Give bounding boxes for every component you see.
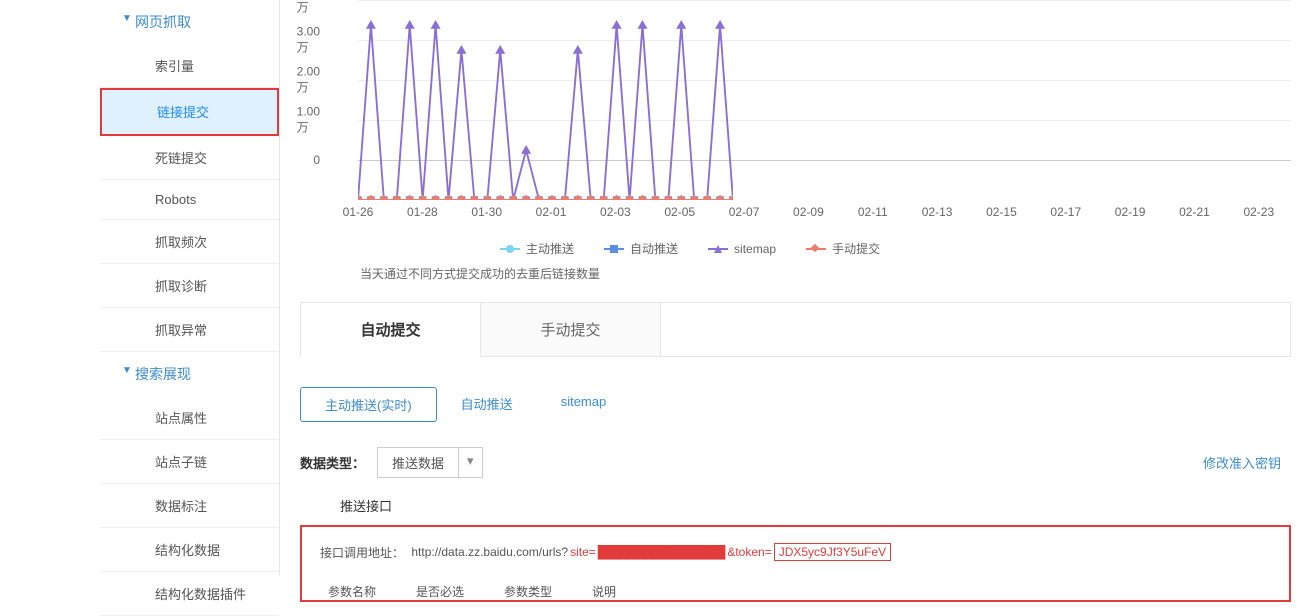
data-type-label: 数据类型： xyxy=(300,453,365,472)
api-site-param: site= xyxy=(570,545,596,559)
subtabs: 主动推送(实时) 自动推送 sitemap xyxy=(300,387,1291,422)
sidebar-item-struct[interactable]: 结构化数据 xyxy=(100,528,279,572)
api-token-param: &token= xyxy=(727,545,771,559)
push-api-title: 推送接口 xyxy=(340,496,1291,515)
sidebar-item-annot[interactable]: 数据标注 xyxy=(100,484,279,528)
th-type: 参数类型 xyxy=(504,583,552,600)
sidebar: 网页抓取 索引量 链接提交 死链提交 Robots 抓取频次 抓取诊断 抓取异常… xyxy=(0,0,280,575)
legend-item: 手动提交 xyxy=(806,240,880,257)
modify-token-link[interactable]: 修改准入密钥 xyxy=(1203,453,1291,472)
sidebar-item-link-submit[interactable]: 链接提交 xyxy=(102,90,277,134)
sidebar-section: 网页抓取 索引量 链接提交 死链提交 Robots 抓取频次 抓取诊断 抓取异常 xyxy=(100,0,279,352)
api-token-value: JDX5yc9Jf3Y5uFeV xyxy=(774,543,891,561)
data-type-row: 数据类型： 推送数据 ▾ 修改准入密钥 xyxy=(300,447,1291,478)
ytick: 2.00万 xyxy=(297,65,320,96)
api-site-hidden: ███████████████ xyxy=(598,545,726,559)
xtick: 01-26 xyxy=(343,205,374,219)
sidebar-item-freq[interactable]: 抓取频次 xyxy=(100,220,279,264)
xtick: 02-03 xyxy=(600,205,631,219)
subtab-push-realtime[interactable]: 主动推送(实时) xyxy=(300,387,437,422)
legend-item: 主动推送 xyxy=(500,240,574,257)
th-desc: 说明 xyxy=(592,583,616,600)
table-header: 参数名称 是否必选 参数类型 说明 xyxy=(320,583,1271,600)
section-title-crawl[interactable]: 网页抓取 xyxy=(100,0,279,44)
ytick: 1.00万 xyxy=(297,105,320,136)
sidebar-item-plugin[interactable]: 结构化数据插件 xyxy=(100,572,279,616)
xtick: 02-07 xyxy=(729,205,760,219)
sidebar-item-error[interactable]: 抓取异常 xyxy=(100,308,279,352)
chart-plot xyxy=(358,0,733,200)
ytick: 0 xyxy=(313,153,320,167)
th-name: 参数名称 xyxy=(328,583,376,600)
select-value: 推送数据 xyxy=(378,448,459,477)
tabs: 自动提交 手动提交 xyxy=(300,302,1291,357)
ytick: 3.00万 xyxy=(297,25,320,56)
xtick: 02-11 xyxy=(858,205,888,219)
xtick: 02-17 xyxy=(1050,205,1081,219)
data-type-select[interactable]: 推送数据 ▾ xyxy=(377,447,483,478)
main-content: 4.00万 3.00万 2.00万 1.00万 0 01-26 01-28 01-3… xyxy=(280,0,1311,575)
legend-item: 自动推送 xyxy=(604,240,678,257)
legend-item: sitemap xyxy=(708,242,776,256)
api-url-base: http://data.zz.baidu.com/urls? xyxy=(411,545,568,559)
sidebar-item-siteattr[interactable]: 站点属性 xyxy=(100,396,279,440)
subtab-push-auto[interactable]: 自动推送 xyxy=(437,387,537,422)
sidebar-section: 搜索展现 站点属性 站点子链 数据标注 结构化数据 结构化数据插件 xyxy=(100,352,279,616)
section-title-search[interactable]: 搜索展现 xyxy=(100,352,279,396)
chart-area: 4.00万 3.00万 2.00万 1.00万 0 01-2601-2801-3… xyxy=(328,0,1291,230)
xtick: 02-15 xyxy=(986,205,1017,219)
sidebar-item-diag[interactable]: 抓取诊断 xyxy=(100,264,279,308)
x-axis: 01-2601-2801-3002-0102-0302-0502-0702-09… xyxy=(358,205,1291,225)
sidebar-item-robots[interactable]: Robots xyxy=(100,180,279,220)
xtick: 02-01 xyxy=(536,205,567,219)
ytick: 4.00万 xyxy=(297,0,320,16)
api-url-line: 接口调用地址： http://data.zz.baidu.com/urls?si… xyxy=(320,543,1271,561)
api-url-box: 接口调用地址： http://data.zz.baidu.com/urls?si… xyxy=(300,525,1291,602)
sidebar-item-sublink[interactable]: 站点子链 xyxy=(100,440,279,484)
xtick: 02-13 xyxy=(922,205,953,219)
legend: 主动推送 自动推送 sitemap 手动提交 xyxy=(500,240,1291,257)
sidebar-item-index[interactable]: 索引量 xyxy=(100,44,279,88)
xtick: 02-21 xyxy=(1179,205,1210,219)
xtick: 02-23 xyxy=(1243,205,1274,219)
chart-caption: 当天通过不同方式提交成功的去重后链接数量 xyxy=(360,265,1291,282)
xtick: 01-30 xyxy=(471,205,502,219)
api-addr-label: 接口调用地址： xyxy=(320,544,404,561)
sidebar-item-deadlink[interactable]: 死链提交 xyxy=(100,136,279,180)
xtick: 01-28 xyxy=(407,205,438,219)
subtab-sitemap[interactable]: sitemap xyxy=(537,387,631,422)
chevron-down-icon[interactable]: ▾ xyxy=(459,448,482,477)
xtick: 02-05 xyxy=(664,205,695,219)
tab-manual[interactable]: 手动提交 xyxy=(481,303,661,357)
xtick: 02-19 xyxy=(1115,205,1146,219)
th-required: 是否必选 xyxy=(416,583,464,600)
tab-auto[interactable]: 自动提交 xyxy=(301,303,481,357)
xtick: 02-09 xyxy=(793,205,824,219)
